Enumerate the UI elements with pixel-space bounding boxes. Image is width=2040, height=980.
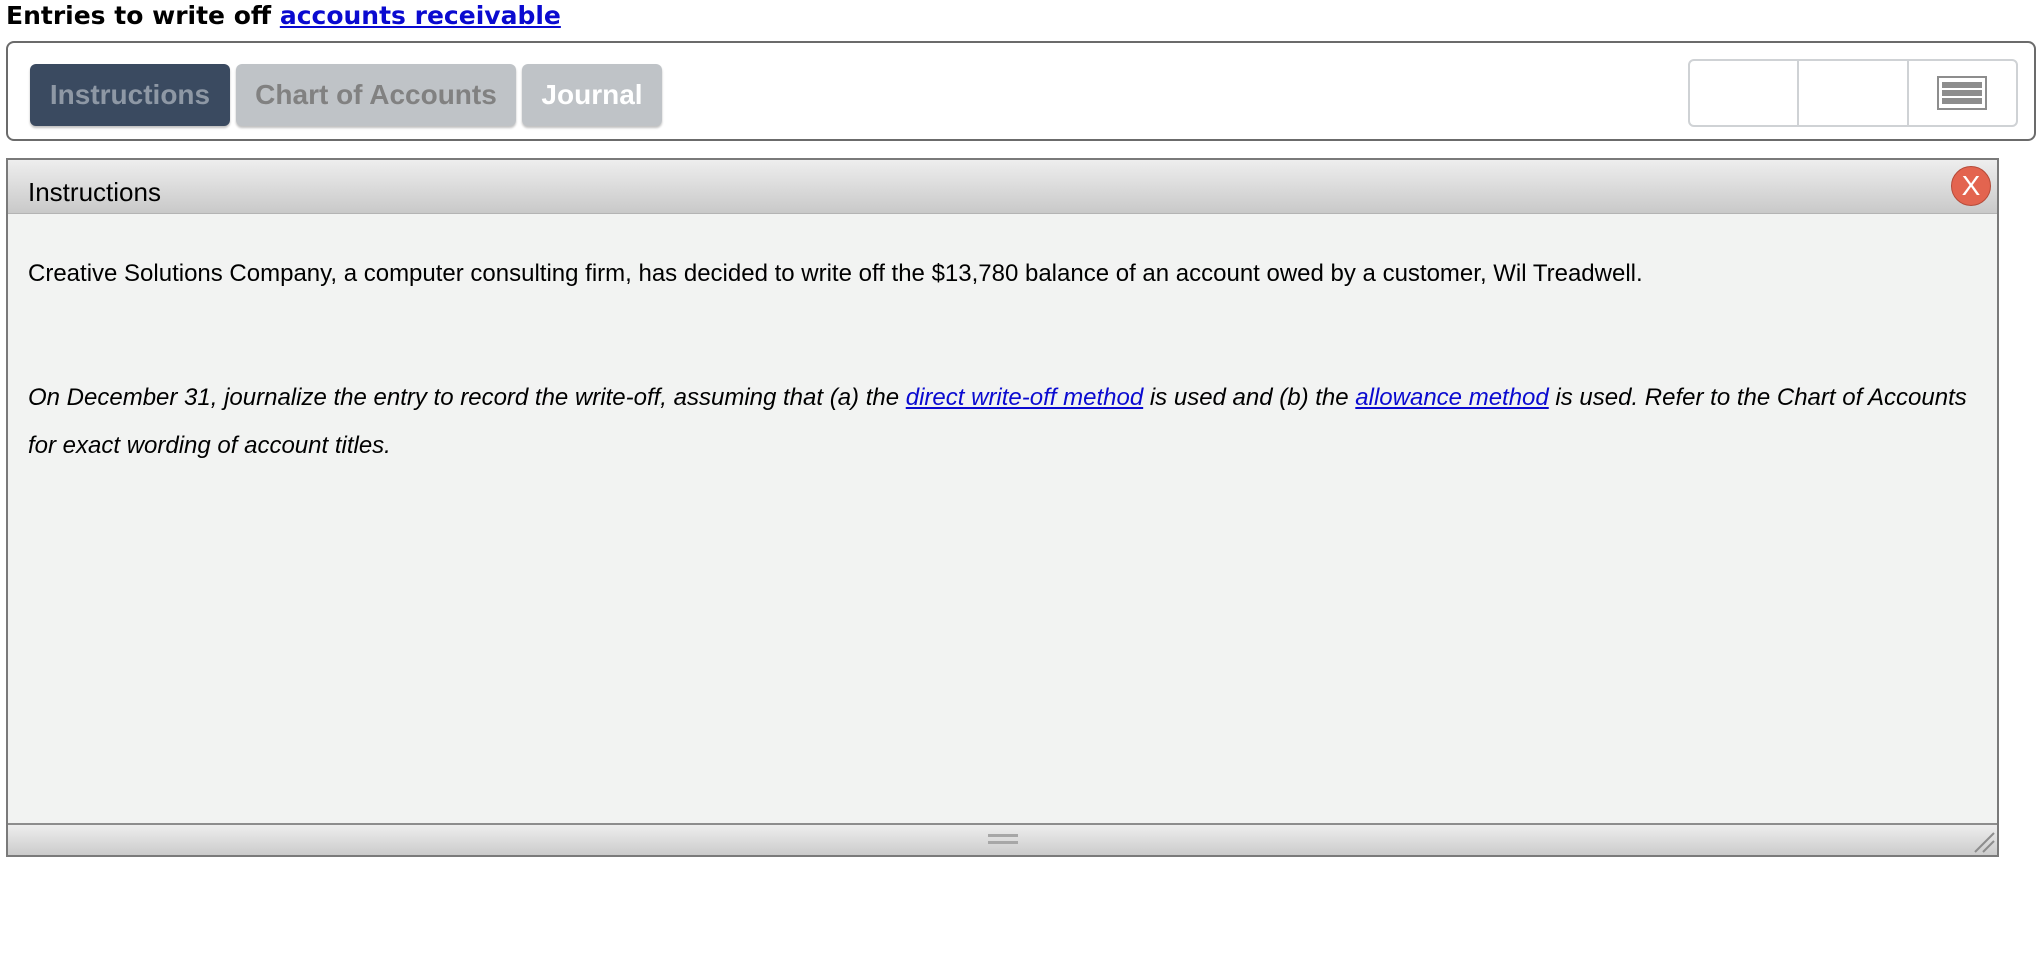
paragraph-2-text-1: On December 31, journalize the entry to … [28, 384, 906, 411]
drag-handle-icon[interactable] [987, 834, 1018, 844]
instructions-paragraph-2: On December 31, journalize the entry to … [28, 374, 1977, 470]
close-button[interactable]: X [1951, 166, 1991, 206]
page-title: Entries to write off accounts receivable [6, 0, 561, 32]
page-title-text: Entries to write off [6, 1, 280, 30]
toolbar: Instructions Chart of Accounts Journal [6, 41, 2036, 141]
tab-instructions[interactable]: Instructions [30, 64, 230, 126]
accounts-receivable-link[interactable]: accounts receivable [280, 1, 561, 30]
panel-header[interactable]: Instructions X [8, 160, 1997, 214]
allowance-method-link[interactable]: allowance method [1355, 384, 1548, 411]
panel-footer [8, 823, 1997, 855]
menu-icon [1937, 76, 1988, 110]
resize-handle-icon[interactable] [1971, 829, 1995, 853]
tool-button-2[interactable] [1799, 61, 1909, 125]
tool-button-group [1688, 59, 2018, 127]
paragraph-2-text-2: is used and (b) the [1143, 384, 1356, 411]
panel-body: Creative Solutions Company, a computer c… [28, 256, 1977, 470]
direct-write-off-method-link[interactable]: direct write-off method [906, 384, 1143, 411]
panel-title: Instructions [28, 177, 161, 207]
instructions-panel: Instructions X Creative Solutions Compan… [6, 158, 1999, 857]
instructions-paragraph-1: Creative Solutions Company, a computer c… [28, 260, 1643, 287]
tab-chart-of-accounts[interactable]: Chart of Accounts [236, 64, 516, 126]
tool-button-1[interactable] [1690, 61, 1800, 125]
menu-button[interactable] [1909, 61, 2016, 125]
tab-journal[interactable]: Journal [522, 64, 662, 126]
